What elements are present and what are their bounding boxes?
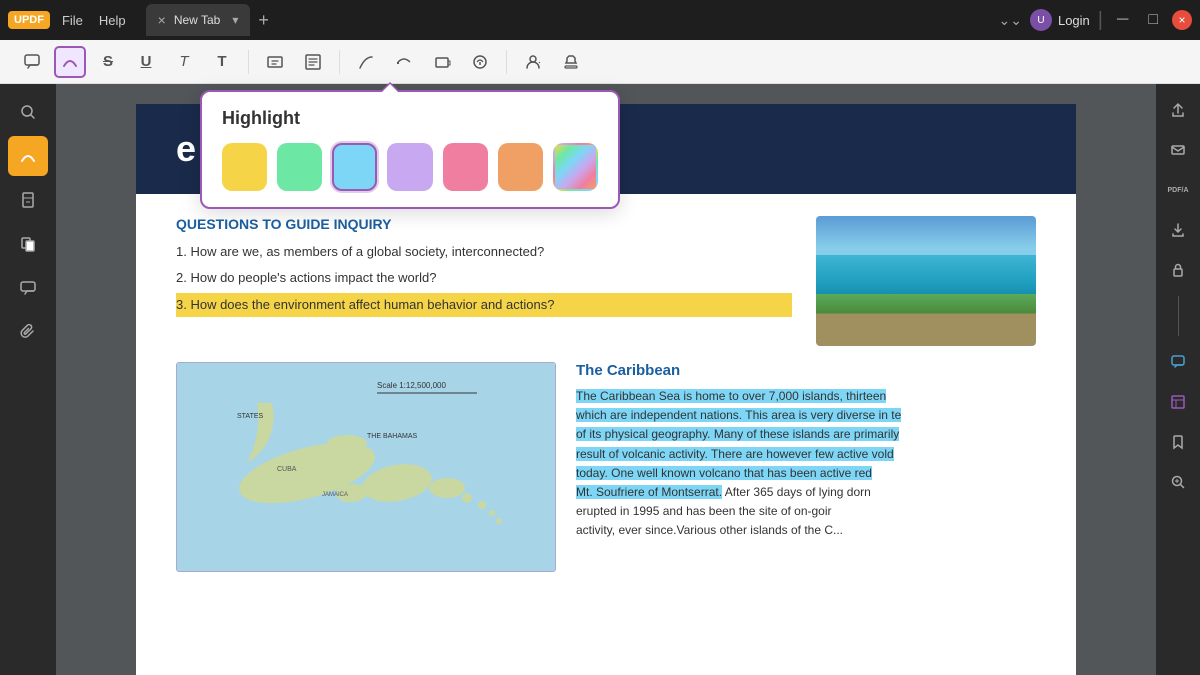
vertical-divider: |: [1098, 9, 1103, 32]
caribbean-text-heading: The Caribbean: [576, 362, 1036, 379]
color-swatch-purple[interactable]: [387, 143, 432, 191]
toolbar-divider-2: [339, 50, 340, 74]
person-tool-button[interactable]: [517, 46, 549, 78]
highlight-popup-title: Highlight: [222, 108, 598, 129]
lower-section: Scale 1:12,500,000 STATES THE BAHAMAS CU…: [176, 362, 1036, 572]
highlighted-text-4: result of volcanic activity. There are h…: [576, 447, 894, 461]
bold-text-tool-button[interactable]: T: [206, 46, 238, 78]
right-sidebar-mail[interactable]: [1160, 132, 1196, 168]
login-label: Login: [1058, 13, 1090, 28]
strikethrough-tool-button[interactable]: S: [92, 46, 124, 78]
close-button[interactable]: ×: [1172, 10, 1192, 30]
sidebar-icon-search[interactable]: [8, 92, 48, 132]
minimize-button[interactable]: ─: [1111, 11, 1134, 29]
svg-text:JAMAICA: JAMAICA: [322, 492, 348, 498]
caribbean-text-body: The Caribbean Sea is home to over 7,000 …: [576, 387, 1036, 541]
menu-bar: File Help: [62, 13, 126, 28]
right-sidebar-chat[interactable]: [1160, 344, 1196, 380]
right-sidebar-bookmark[interactable]: [1160, 424, 1196, 460]
user-avatar: U: [1030, 9, 1052, 31]
sidebar-icon-highlight[interactable]: [8, 136, 48, 176]
highlighted-text-5: today. One well known volcano that has b…: [576, 466, 872, 480]
toolbar-divider-1: [248, 50, 249, 74]
window-expand-icon: ⌄⌄: [999, 12, 1022, 29]
sidebar-icon-pages[interactable]: [8, 224, 48, 264]
highlight-color-popup: Highlight: [200, 90, 620, 209]
questions-section: QUESTIONS TO GUIDE INQUIRY 1. How are we…: [176, 216, 1036, 346]
map-visual: Scale 1:12,500,000 STATES THE BAHAMAS CU…: [177, 363, 555, 571]
app-logo: UPDF: [8, 11, 50, 29]
question-2: 2. How do people's actions impact the wo…: [176, 268, 792, 288]
tab-label: New Tab: [174, 13, 220, 27]
highlighted-text-2: which are independent nations. This area…: [576, 408, 901, 422]
color-swatch-pink[interactable]: [443, 143, 488, 191]
caribbean-beach-image: [816, 216, 1036, 346]
toolbar: S U T T Highlight: [0, 40, 1200, 84]
menu-file[interactable]: File: [62, 13, 83, 28]
color-swatch-custom[interactable]: [553, 143, 598, 191]
stamp-tool-button[interactable]: [555, 46, 587, 78]
shape-tool-button[interactable]: [426, 46, 458, 78]
questions-left: QUESTIONS TO GUIDE INQUIRY 1. How are we…: [176, 216, 792, 323]
active-tab[interactable]: × New Tab ▾: [146, 4, 251, 36]
right-sidebar-share[interactable]: [1160, 92, 1196, 128]
toolbar-divider-3: [506, 50, 507, 74]
right-sidebar-table[interactable]: [1160, 384, 1196, 420]
color-swatches-row: [222, 143, 598, 191]
maximize-button[interactable]: □: [1142, 11, 1164, 29]
title-bar-right: ⌄⌄ U Login | ─ □ ×: [999, 9, 1193, 32]
tools-button[interactable]: [464, 46, 496, 78]
right-sidebar-lock[interactable]: [1160, 252, 1196, 288]
tab-add-button[interactable]: +: [258, 10, 269, 31]
svg-text:Scale 1:12,500,000: Scale 1:12,500,000: [377, 381, 446, 390]
color-swatch-orange[interactable]: [498, 143, 543, 191]
caribbean-text-area: The Caribbean The Caribbean Sea is home …: [576, 362, 1036, 572]
login-button[interactable]: U Login: [1030, 9, 1090, 31]
right-sidebar-zoom[interactable]: [1160, 464, 1196, 500]
beach-scene-visual: [816, 216, 1036, 346]
right-sidebar-download[interactable]: [1160, 212, 1196, 248]
tabs-area: × New Tab ▾ +: [146, 4, 999, 36]
tab-close-icon[interactable]: ×: [158, 12, 166, 28]
text-tool-button[interactable]: T: [168, 46, 200, 78]
question-1: 1. How are we, as members of a global so…: [176, 242, 792, 262]
color-swatch-yellow[interactable]: [222, 143, 267, 191]
comment-tool-button[interactable]: [16, 46, 48, 78]
question-3-highlighted: 3. How does the environment affect human…: [176, 293, 792, 317]
textbox-tool-button[interactable]: [259, 46, 291, 78]
multiline-tool-button[interactable]: [297, 46, 329, 78]
questions-title: QUESTIONS TO GUIDE INQUIRY: [176, 216, 792, 232]
caribbean-map: Scale 1:12,500,000 STATES THE BAHAMAS CU…: [176, 362, 556, 572]
title-bar: UPDF File Help × New Tab ▾ + ⌄⌄ U Login …: [0, 0, 1200, 40]
left-sidebar: [0, 84, 56, 675]
right-sidebar-pdfa[interactable]: PDF/A: [1160, 172, 1196, 208]
sidebar-icon-attachments[interactable]: [8, 312, 48, 352]
color-swatch-green[interactable]: [277, 143, 322, 191]
highlighted-text-3: of its physical geography. Many of these…: [576, 427, 899, 441]
color-swatch-blue[interactable]: [332, 143, 377, 191]
right-sidebar-divider: [1178, 296, 1179, 336]
svg-text:STATES: STATES: [237, 413, 264, 420]
svg-text:CUBA: CUBA: [277, 466, 297, 473]
sidebar-icon-comments[interactable]: [8, 268, 48, 308]
line-tool-button[interactable]: [388, 46, 420, 78]
sidebar-icon-bookmarks[interactable]: [8, 180, 48, 220]
highlighted-text-1: The Caribbean Sea is home to over 7,000 …: [576, 389, 886, 403]
right-sidebar: PDF/A: [1156, 84, 1200, 675]
page-content: QUESTIONS TO GUIDE INQUIRY 1. How are we…: [136, 196, 1076, 592]
highlight-tool-button[interactable]: [54, 46, 86, 78]
pen-tool-button[interactable]: [350, 46, 382, 78]
highlighted-text-6: Mt. Soufriere of Montserrat.: [576, 485, 722, 499]
svg-text:THE BAHAMAS: THE BAHAMAS: [367, 433, 418, 440]
menu-help[interactable]: Help: [99, 13, 126, 28]
tab-dropdown-icon: ▾: [232, 13, 238, 27]
underline-tool-button[interactable]: U: [130, 46, 162, 78]
